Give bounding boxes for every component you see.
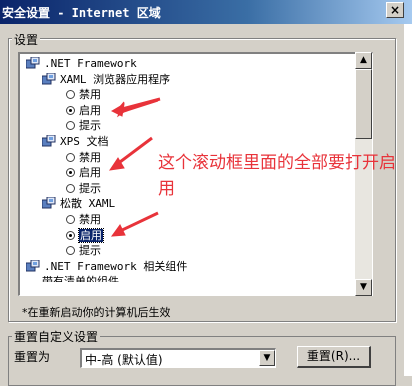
settings-category-icon — [42, 72, 56, 85]
tree-label: 启用 — [79, 103, 101, 117]
reset-button[interactable]: 重置(R)... — [297, 346, 371, 368]
radio-button[interactable] — [66, 215, 75, 224]
settings-category-icon — [26, 259, 40, 272]
tree-category: 松散 XAML — [42, 196, 115, 211]
radio-option[interactable]: 提示 — [66, 118, 101, 133]
radio-button[interactable] — [66, 246, 75, 256]
radio-option[interactable]: 启用 — [66, 103, 101, 118]
scroll-thumb[interactable] — [355, 69, 372, 139]
settings-category-icon — [42, 135, 56, 147]
radio-option[interactable]: 提示 — [66, 243, 101, 258]
radio-option[interactable]: 禁用 — [66, 87, 101, 102]
tree-item: 带有清单的组件... — [42, 274, 139, 282]
settings-group-label: 设置 — [12, 31, 41, 48]
tree-label: .NET Framework 相关组件 — [44, 259, 188, 273]
reset-level-value: 中-高 (默认值) — [85, 353, 163, 367]
radio-button[interactable] — [66, 183, 75, 193]
radio-option[interactable]: 禁用 — [66, 150, 101, 165]
tree-label: 松散 XAML — [60, 197, 116, 211]
tree-label: 禁用 — [79, 88, 101, 102]
tree-label: 启用 — [78, 227, 104, 243]
close-button[interactable]: × — [386, 2, 404, 18]
tree-label: .NET Framework — [44, 57, 137, 70]
reset-to-label: 重置为 — [14, 350, 51, 364]
annotation-text: 这个滚动框里面的全部要打开启用 — [158, 153, 396, 199]
restart-note: *在重新启动你的计算机后生效 — [22, 306, 171, 319]
radio-option[interactable]: 启用 — [66, 165, 101, 180]
radio-button[interactable] — [66, 121, 75, 131]
tree-category: .NET Framework 相关组件 — [26, 259, 187, 274]
tree-label: 提示 — [79, 181, 101, 195]
scroll-down-button[interactable]: ▼ — [355, 279, 372, 296]
dropdown-arrow-icon[interactable]: ▼ — [259, 350, 275, 366]
tree-label: 带有清单的组件... — [42, 275, 139, 283]
settings-category-icon — [42, 197, 56, 209]
scroll-up-button[interactable]: ▲ — [355, 52, 372, 69]
tree-label: 启用 — [79, 166, 101, 180]
reset-group-label: 重置自定义设置 — [12, 328, 101, 345]
tree-label: 提示 — [79, 244, 101, 258]
radio-option[interactable]: 禁用 — [66, 212, 101, 227]
radio-option[interactable]: 启用 — [66, 227, 104, 243]
radio-button[interactable] — [66, 90, 75, 100]
settings-category-icon — [26, 57, 40, 69]
radio-button[interactable] — [66, 152, 75, 162]
tree-label: 禁用 — [79, 150, 101, 164]
tree-category: XPS 文档 — [42, 134, 109, 149]
tree-label: 禁用 — [79, 213, 101, 226]
tree-label: XPS 文档 — [60, 135, 109, 148]
tree-label: 提示 — [79, 119, 101, 133]
radio-option[interactable]: 提示 — [66, 181, 101, 196]
reset-level-select[interactable]: 中-高 (默认值) ▼ — [80, 348, 276, 368]
window-title: 安全设置 - Internet 区域 — [2, 6, 161, 20]
radio-button[interactable] — [66, 168, 75, 178]
tree-category: .NET Framework — [26, 56, 137, 71]
radio-button[interactable] — [66, 230, 75, 240]
tree-category: XAML 浏览器应用程序 — [42, 72, 170, 87]
radio-button[interactable] — [66, 105, 75, 115]
tree-label: XAML 浏览器应用程序 — [60, 72, 171, 86]
